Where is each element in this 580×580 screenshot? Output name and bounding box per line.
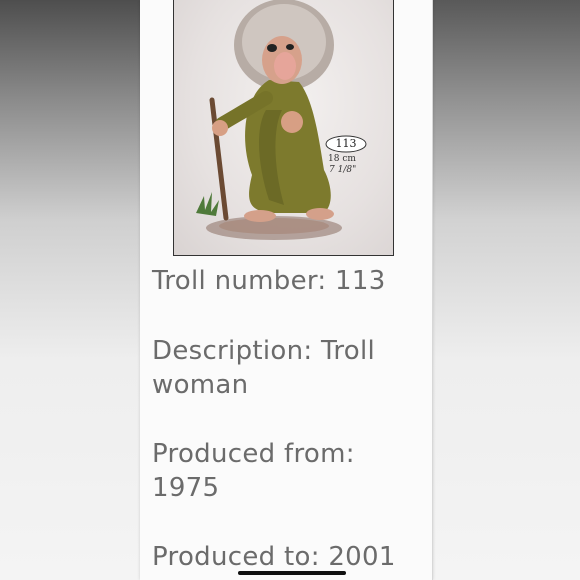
background-right (432, 0, 580, 580)
description-text-line2: woman (152, 370, 249, 400)
size-badge-number: 113 (335, 137, 357, 150)
troll-number-text: Troll number: 113 (152, 266, 386, 296)
produced-to-text: Produced to: 2001 (152, 542, 396, 572)
home-indicator-bar[interactable] (238, 571, 346, 575)
produced-from-label: Produced from: (152, 439, 355, 469)
troll-woman-illustration (196, 0, 367, 240)
produced-from-year: 1975 (152, 473, 220, 503)
size-cm-label: 18 cm (328, 154, 356, 164)
description-text-line1: Description: Troll (152, 336, 376, 366)
size-inch-label: 7 1/8" (329, 165, 357, 175)
background-left (0, 0, 140, 580)
troll-figurine-photo: 113 18 cm 7 1/8" (173, 0, 394, 256)
